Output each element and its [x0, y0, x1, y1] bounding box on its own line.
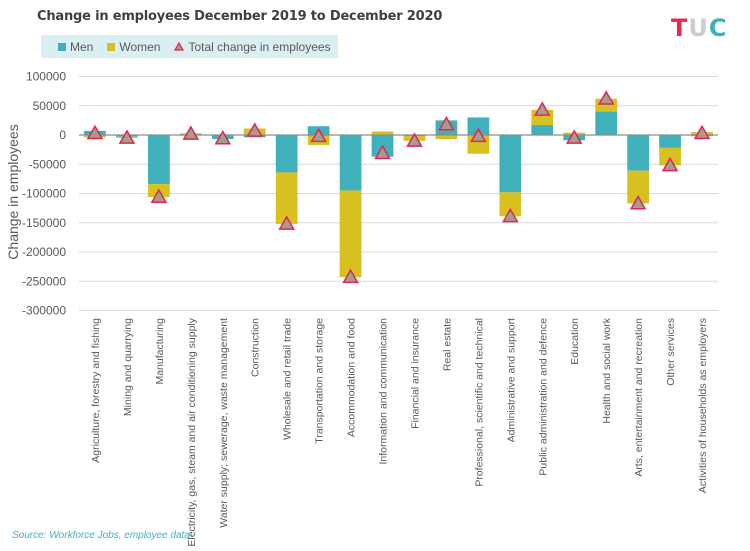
y-tick-label: -100000: [22, 187, 66, 201]
bar-men: [275, 135, 298, 173]
y-tick-label: 50000: [33, 99, 67, 113]
x-tick-label: Activities of households as employers: [697, 318, 709, 493]
y-tick-label: -200000: [22, 245, 66, 259]
x-tick-label: Electricity, gas, steam and air conditio…: [186, 317, 198, 546]
x-tick-label: Water supply; sewerage, waste management: [218, 318, 230, 528]
x-tick-label: Construction: [250, 318, 262, 377]
source-note: Source: Workforce Jobs, employee data: [12, 530, 190, 541]
total-marker: [597, 90, 615, 105]
x-tick-label: Real estate: [441, 318, 453, 371]
total-marker: [533, 101, 551, 116]
total-marker: [182, 125, 200, 140]
bars: [84, 98, 713, 278]
x-tick-label: Accommodation and food: [346, 318, 358, 437]
bar-women: [435, 135, 458, 140]
bar-women: [339, 190, 362, 278]
x-tick-label: Mining and quarrying: [122, 318, 134, 416]
x-tick-label: Other services: [665, 318, 677, 386]
bar-men: [627, 135, 649, 171]
bar-men: [595, 111, 618, 135]
x-tick-label: Information and communication: [378, 318, 390, 465]
y-tick-label: -150000: [22, 216, 66, 230]
gridlines: [79, 76, 718, 311]
x-tick-label: Agriculture, forestry and fishing: [90, 318, 102, 463]
x-tick-label: Health and social work: [601, 317, 613, 423]
y-tick-label: -250000: [22, 274, 66, 288]
bar-men: [339, 135, 362, 191]
y-tick-label: 100000: [26, 70, 66, 84]
y-tick-label: -300000: [22, 304, 66, 318]
x-tick-label: Public administration and defence: [537, 318, 549, 476]
x-axis-ticks: Agriculture, forestry and fishing Mining …: [90, 317, 709, 546]
chart-plot: 100000 50000 0 -50000 -100000 -150000 -200000 -…: [5, 70, 718, 547]
x-tick-label: Professional, scientific and technical: [473, 318, 485, 487]
x-tick-label: Education: [569, 318, 581, 365]
y-axis-ticks: 100000 50000 0 -50000 -100000 -150000 -200000 -…: [22, 70, 66, 318]
y-axis-label: Change in employees: [5, 124, 21, 259]
x-tick-label: Transportation and storage: [314, 318, 326, 444]
bar-men: [531, 125, 554, 135]
x-tick-label: Wholesale and retail trade: [282, 318, 294, 440]
bar-men: [148, 135, 170, 185]
y-tick-label: -50000: [29, 157, 67, 171]
x-tick-label: Arts, entertainment and recreation: [633, 318, 645, 477]
x-tick-label: Manufacturing: [154, 318, 166, 385]
bar-men: [499, 135, 522, 193]
y-tick-label: 0: [59, 128, 66, 142]
x-tick-label: Financial and insurance: [409, 318, 421, 429]
x-tick-label: Administrative and support: [505, 318, 517, 442]
bar-men: [659, 135, 681, 148]
